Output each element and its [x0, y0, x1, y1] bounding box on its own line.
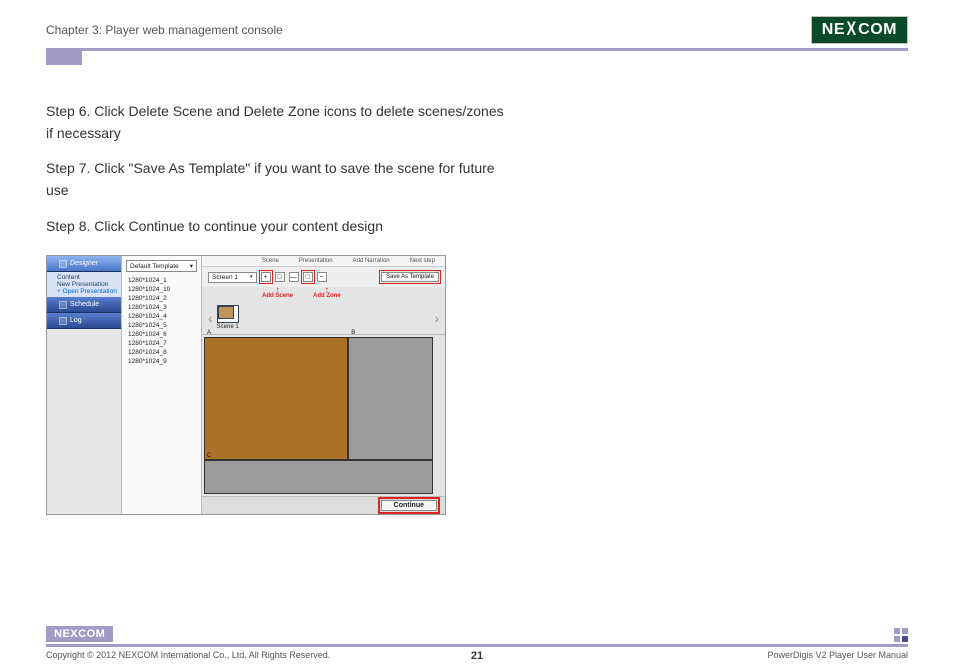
list-item[interactable]: 1280*1024_7 — [126, 339, 197, 348]
delete-scene-button[interactable]: □ — [275, 272, 285, 282]
calendar-icon — [59, 301, 67, 309]
chevron-left-icon[interactable]: ‹ — [208, 310, 213, 326]
delete-zone-button[interactable]: − — [317, 272, 327, 282]
topmenu-presentation[interactable]: Presentation — [299, 258, 333, 264]
step-6-text: Step 6. Click Delete Scene and Delete Zo… — [46, 101, 506, 144]
chevron-right-icon[interactable]: › — [434, 310, 439, 326]
bottom-bar: Continue — [202, 496, 445, 514]
brand-part2: COM — [858, 21, 897, 39]
footer-ornament-icon — [894, 628, 908, 642]
nav-content[interactable]: Content — [57, 274, 121, 281]
step-8-text: Step 8. Click Continue to continue your … — [46, 216, 506, 238]
resolution-list: 1280*1024_1 1280*1024_10 1280*1024_2 128… — [126, 276, 197, 366]
zone-a[interactable] — [204, 337, 348, 459]
log-icon — [59, 317, 67, 325]
add-zone-button[interactable]: □ — [303, 272, 313, 282]
page-footer: NEXCOM Copyright © 2012 NEXCOM Internati… — [46, 626, 908, 660]
list-item[interactable]: 1280*1024_2 — [126, 294, 197, 303]
template-select-label: Default Template — [130, 263, 179, 270]
nav-designer-sub: Content New Presentation + Open Presenta… — [47, 272, 121, 297]
list-item[interactable]: 1280*1024_1 — [126, 276, 197, 285]
copyright-text: Copyright © 2012 NEXCOM International Co… — [46, 650, 330, 660]
list-item[interactable]: 1280*1024_9 — [126, 357, 197, 366]
toolbar: Screen 1 ▾ + □ — □ − Save As Template — [202, 267, 445, 287]
scene-thumb-1[interactable]: Scene 1 — [217, 305, 239, 330]
list-item[interactable]: 1280*1024_6 — [126, 330, 197, 339]
callout-add-zone: Add Zone — [313, 287, 341, 299]
brand-x-icon: X — [70, 628, 78, 640]
editor-panel: Scene Presentation Add Narration Next st… — [202, 256, 445, 514]
chevron-down-icon: ▾ — [250, 274, 253, 280]
list-item[interactable]: 1280*1024_4 — [126, 312, 197, 321]
callout-add-scene: Add Scene — [262, 287, 293, 299]
screen-select[interactable]: Screen 1 ▾ — [208, 272, 257, 283]
chapter-title: Chapter 3: Player web management console — [46, 23, 283, 37]
topmenu-scene[interactable]: Scene — [262, 258, 279, 264]
topmenu-add-narration[interactable]: Add Narration — [353, 258, 390, 264]
add-scene-button[interactable]: + — [261, 272, 271, 282]
nav-new-presentation[interactable]: New Presentation — [57, 281, 121, 288]
delete-scene-x-button[interactable]: — — [289, 272, 299, 282]
top-menu: Scene Presentation Add Narration Next st… — [202, 256, 445, 267]
pencil-icon — [59, 260, 67, 268]
scene-thumb-label: Scene 1 — [217, 324, 239, 330]
zone-c[interactable] — [204, 460, 433, 495]
nav-designer-label: Designer — [70, 260, 98, 267]
scene-strip: ‹ Scene 1 › — [202, 301, 445, 335]
layout-canvas[interactable] — [204, 337, 433, 494]
footer-brand-logo: NEXCOM — [46, 626, 113, 642]
chevron-down-icon: ▾ — [190, 262, 193, 270]
nav-schedule[interactable]: Schedule — [47, 297, 121, 313]
nav-log-label: Log — [70, 317, 82, 324]
brand-part2: COM — [78, 628, 105, 640]
brand-part1: NE — [822, 21, 845, 39]
list-item[interactable]: 1280*1024_8 — [126, 348, 197, 357]
list-item[interactable]: 1280*1024_10 — [126, 285, 197, 294]
brand-x-icon: X — [847, 19, 857, 41]
save-as-template-button[interactable]: Save As Template — [381, 272, 439, 282]
template-select[interactable]: Default Template ▾ — [126, 260, 197, 272]
nav-schedule-label: Schedule — [70, 301, 99, 308]
nav-designer[interactable]: Designer — [47, 256, 121, 272]
callout-row: Add Scene Add Zone — [202, 287, 445, 301]
manual-title: PowerDigis V2 Player User Manual — [767, 650, 908, 660]
app-screenshot: Designer Content New Presentation + Open… — [46, 255, 446, 515]
list-item[interactable]: 1280*1024_5 — [126, 321, 197, 330]
step-7-text: Step 7. Click "Save As Template" if you … — [46, 158, 506, 201]
template-panel: Default Template ▾ 1280*1024_1 1280*1024… — [122, 256, 202, 514]
screen-select-label: Screen 1 — [212, 274, 238, 281]
topmenu-next-step[interactable]: Next step — [410, 258, 435, 264]
page-thumb-tab — [46, 51, 82, 65]
nav-open-presentation[interactable]: + Open Presentation — [57, 288, 121, 295]
scene-thumb-icon — [217, 305, 239, 323]
nav-log[interactable]: Log — [47, 313, 121, 329]
brand-part1: NE — [54, 628, 70, 640]
list-item[interactable]: 1280*1024_3 — [126, 303, 197, 312]
zone-b[interactable] — [348, 337, 433, 459]
sidebar: Designer Content New Presentation + Open… — [47, 256, 122, 514]
page-number: 21 — [471, 650, 483, 662]
continue-button[interactable]: Continue — [381, 500, 437, 511]
brand-logo: NEXCOM — [811, 16, 908, 44]
